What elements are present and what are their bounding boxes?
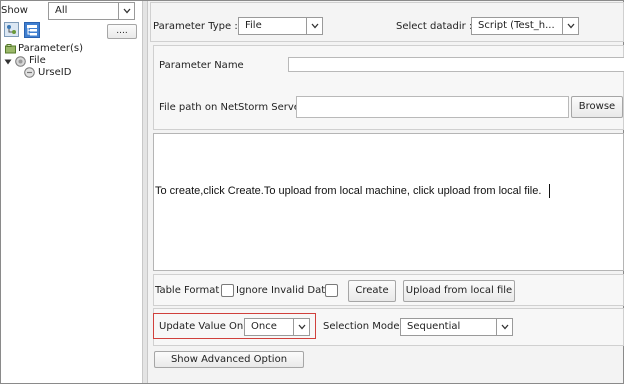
- expand-all-icon[interactable]: [4, 22, 19, 37]
- parameter-leaf-icon: [24, 67, 35, 78]
- tree-child-label[interactable]: UrseID: [38, 67, 71, 78]
- selection-mode-value: Sequential: [407, 321, 461, 332]
- selection-mode-select[interactable]: Sequential: [400, 318, 513, 336]
- chevron-down-icon: [118, 3, 134, 19]
- table-format-checkbox[interactable]: [221, 284, 234, 297]
- update-value-label: Update Value On: [159, 321, 244, 332]
- chevron-down-icon: [293, 319, 309, 335]
- file-path-label: File path on NetStorm Server: [159, 102, 305, 113]
- upload-from-local-button[interactable]: Upload from local file: [403, 280, 515, 302]
- parameters-root-icon: [5, 44, 16, 54]
- ignore-invalid-checkbox[interactable]: [325, 284, 338, 297]
- parameter-name-input[interactable]: [288, 57, 624, 72]
- create-button[interactable]: Create: [348, 280, 396, 302]
- chevron-down-icon: [496, 319, 512, 335]
- tree-root-label[interactable]: Parameter(s): [18, 43, 83, 54]
- right-panel: Parameter Type : File Select datadir : S…: [148, 1, 624, 383]
- file-path-input[interactable]: [296, 96, 569, 118]
- left-panel: Show All .... Parameter(s) File UrseID: [1, 1, 141, 383]
- parameter-details-section: Parameter Name File path on NetStorm Ser…: [153, 45, 624, 130]
- editor-hint-text: To create,click Create.To upload from lo…: [155, 185, 542, 197]
- parameter-type-value: File: [245, 20, 262, 31]
- datadir-value: Script (Test_h...: [478, 20, 555, 31]
- chevron-down-icon: [562, 18, 578, 34]
- update-value-select[interactable]: Once: [244, 318, 310, 336]
- chevron-down-icon: [306, 18, 322, 34]
- table-format-row: Table Format Ignore Invalid Data Create …: [153, 274, 624, 306]
- selection-mode-label: Selection Mode: [323, 321, 400, 332]
- update-value-value: Once: [251, 321, 277, 332]
- file-content-editor[interactable]: To create,click Create.To upload from lo…: [153, 133, 624, 271]
- show-label: Show: [1, 5, 28, 16]
- table-format-label: Table Format: [155, 285, 220, 296]
- show-filter-value: All: [55, 5, 68, 16]
- ignore-invalid-label: Ignore Invalid Data: [236, 285, 332, 296]
- update-value-row: Update Value On Once Selection Mode Sequ…: [153, 308, 624, 346]
- parameter-type-label: Parameter Type :: [153, 21, 238, 32]
- text-cursor: [549, 184, 550, 198]
- show-advanced-option-button[interactable]: Show Advanced Option: [154, 351, 304, 368]
- parameter-name-label: Parameter Name: [159, 60, 244, 71]
- datadir-label: Select datadir :: [396, 21, 473, 32]
- datadir-select[interactable]: Script (Test_h...: [471, 17, 579, 35]
- more-button[interactable]: ....: [107, 24, 137, 39]
- show-filter-select[interactable]: All: [48, 2, 135, 20]
- parameter-type-select[interactable]: File: [238, 17, 323, 35]
- collapse-arrow-icon[interactable]: [4, 58, 12, 66]
- tree-view-icon[interactable]: [24, 22, 40, 38]
- file-node-icon: [15, 56, 26, 67]
- tree-file-label[interactable]: File: [29, 55, 46, 66]
- browse-button[interactable]: Browse: [571, 96, 623, 118]
- parameter-type-row: Parameter Type : File Select datadir : S…: [150, 2, 624, 42]
